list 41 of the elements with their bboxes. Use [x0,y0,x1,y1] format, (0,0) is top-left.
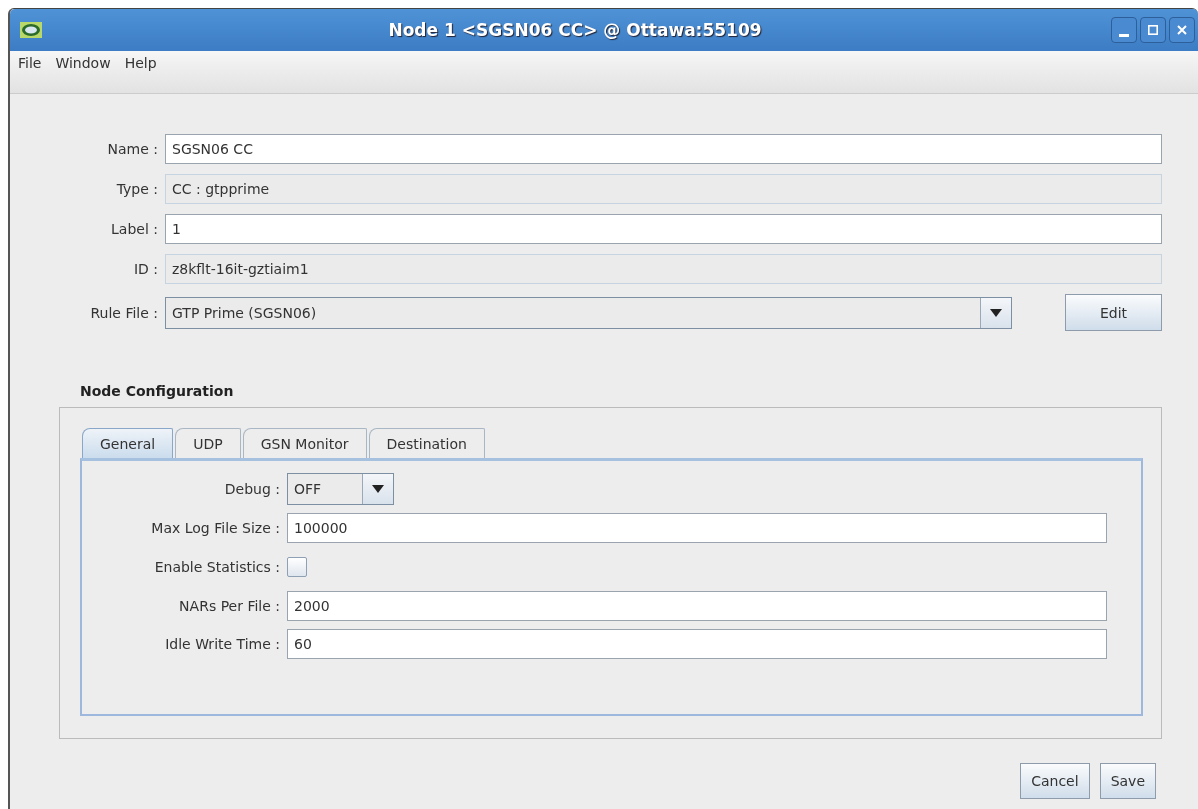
app-icon [20,22,42,38]
menu-item[interactable]: File [18,55,42,71]
field-label: Rule File : [89,304,158,321]
setting-label: Debug : [223,481,280,497]
edit-button[interactable]: Edit [1065,294,1162,331]
field-label: Label : [110,221,158,237]
menu-item[interactable]: Window [55,55,111,71]
cancel-button[interactable]: Cancel [1020,763,1090,799]
maximize-button[interactable] [1140,17,1166,43]
tab[interactable]: Destination [368,428,485,458]
window-title: Node 1 <SGSN06 CC> @ Ottawa:55109 [387,20,763,40]
field-label: Name : [106,141,158,157]
dropdown-arrow-icon [372,485,384,493]
text-field[interactable]: 1 [165,214,1162,244]
tab[interactable]: General [82,428,174,458]
minimize-icon [1119,33,1129,37]
minimize-button[interactable] [1111,17,1137,43]
tab[interactable]: GSN Monitor [242,428,367,458]
dropdown[interactable]: GTP Prime (SGSN06) [165,296,1012,329]
text-field[interactable]: 60 [287,629,1107,659]
setting-label: NARs Per File : [178,598,280,614]
menu-item[interactable]: Help [124,55,157,71]
read-only-field: z8kflt-16it-gztiaim1 [165,254,1162,284]
text-field[interactable]: 100000 [287,513,1107,543]
dropdown-arrow-icon [990,308,1002,317]
read-only-field: CC : gtpprime [165,174,1162,204]
maximize-icon [1148,25,1158,35]
field-label: ID : [132,261,158,277]
close-button[interactable] [1169,17,1195,43]
text-field[interactable]: SGSN06 CC [165,134,1162,164]
section-title: Node Configuration [80,383,235,399]
setting-label: Idle Write Time : [164,636,280,652]
save-button[interactable]: Save [1099,763,1156,799]
setting-label: Enable Statistics : [153,559,280,575]
close-icon [1177,25,1187,35]
dropdown[interactable]: OFF [287,473,394,505]
tab[interactable]: UDP [175,428,241,458]
field-label: Type : [115,181,158,197]
text-field[interactable]: 2000 [287,591,1107,621]
setting-label: Max Log File Size : [150,520,280,536]
checkbox[interactable] [287,557,307,577]
